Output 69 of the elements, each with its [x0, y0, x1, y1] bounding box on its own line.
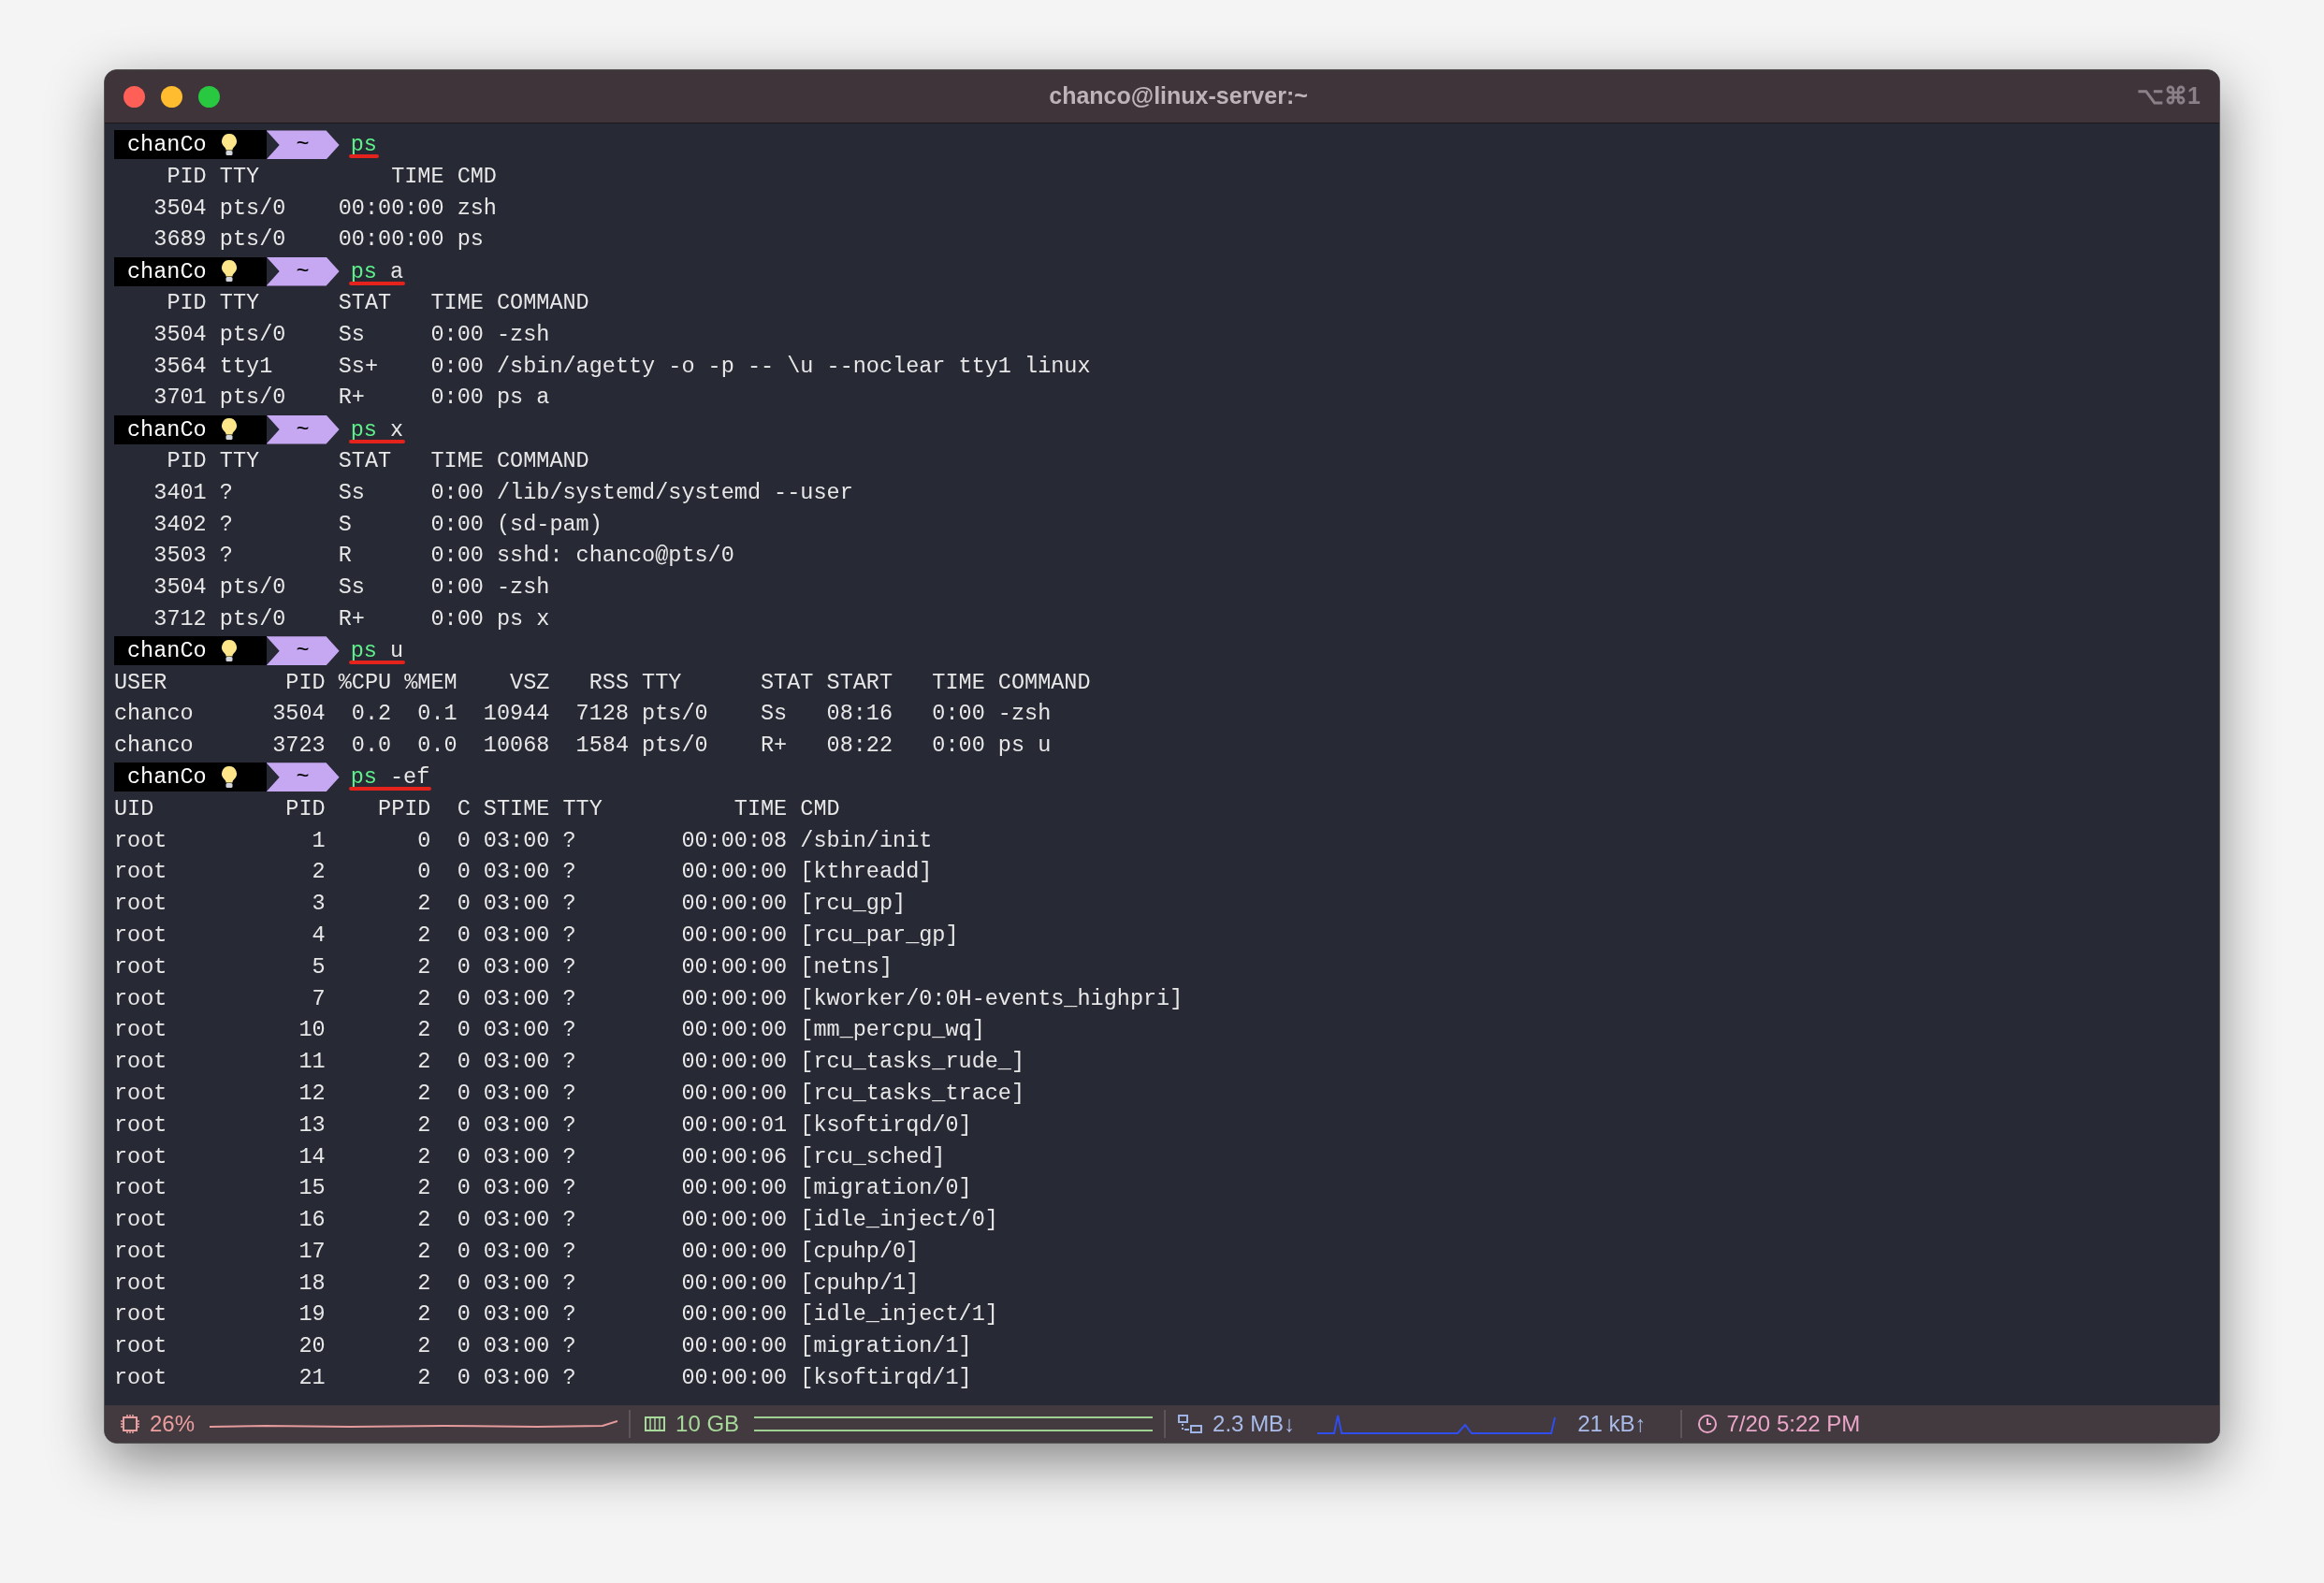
- output-line: root 13 2 0 03:00 ? 00:00:01 [ksoftirqd/0]: [114, 1111, 972, 1140]
- output-line: root 15 2 0 03:00 ? 00:00:00 [migration/0]: [114, 1174, 972, 1203]
- output-line: USER PID %CPU %MEM VSZ RSS TTY STAT START TIME COMMAND: [114, 668, 1091, 697]
- upload-rate: 21 kB↑: [1577, 1410, 1647, 1438]
- output-line: root 19 2 0 03:00 ? 00:00:00 [idle_inject/1]: [114, 1300, 998, 1329]
- prompt-user: chanCo: [127, 763, 207, 792]
- maximize-button[interactable]: [198, 85, 220, 108]
- clock-icon: [1696, 1414, 1718, 1434]
- minimize-button[interactable]: [161, 85, 182, 108]
- command-text: ps a: [350, 257, 404, 286]
- command-text: ps: [350, 131, 377, 160]
- cpu-icon: [120, 1414, 140, 1434]
- output-line: root 18 2 0 03:00 ? 00:00:00 [cpuhp/1]: [114, 1269, 920, 1298]
- output-line: root 2 0 0 03:00 ? 00:00:00 [kthreadd]: [114, 858, 933, 887]
- window-title: chanco@linux-server:~: [1049, 81, 1308, 111]
- lightbulb-icon: [219, 417, 239, 443]
- output-line: root 12 2 0 03:00 ? 00:00:00 [rcu_tasks_trace]: [114, 1079, 1025, 1108]
- output-line: 3689 pts/0 00:00:00 ps: [153, 225, 484, 254]
- command-text: ps x: [350, 415, 404, 444]
- output-line: root 5 2 0 03:00 ? 00:00:00 [netns]: [114, 952, 893, 981]
- output-line: root 1 0 0 03:00 ? 00:00:08 /sbin/init: [114, 826, 933, 855]
- clock-time: 7/20 5:22 PM: [1726, 1410, 1861, 1438]
- prompt-directory: ~: [266, 762, 340, 792]
- output-line: PID TTY TIME CMD: [166, 162, 497, 191]
- output-line: PID TTY STAT TIME COMMAND: [166, 289, 589, 317]
- output-line: chanco 3504 0.2 0.1 10944 7128 pts/0 Ss 08:16 0:00 -zsh: [114, 700, 1052, 729]
- output-line: 3504 pts/0 Ss 0:00 -zsh: [153, 574, 550, 603]
- output-line: 3401 ? Ss 0:00 /lib/systemd/systemd --user: [153, 478, 853, 507]
- prompt-user: chanCo: [127, 131, 207, 160]
- lightbulb-icon: [219, 259, 239, 284]
- cpu-usage: 26%: [150, 1410, 196, 1438]
- network-icon: [1177, 1414, 1204, 1434]
- output-line: root 3 2 0 03:00 ? 00:00:00 [rcu_gp]: [114, 890, 907, 919]
- output-line: root 4 2 0 03:00 ? 00:00:00 [rcu_par_gp]: [114, 921, 959, 950]
- output-line: root 10 2 0 03:00 ? 00:00:00 [mm_percpu_wq]: [114, 1016, 985, 1045]
- output-line: 3402 ? S 0:00 (sd-pam): [153, 510, 603, 539]
- prompt-directory: ~: [266, 636, 340, 666]
- output-line: 3564 tty1 Ss+ 0:00 /sbin/agetty -o -p -- \u --noclear tty1 linux: [153, 352, 1091, 381]
- output-line: root 14 2 0 03:00 ? 00:00:06 [rcu_sched]: [114, 1142, 946, 1171]
- output-line: root 20 2 0 03:00 ? 00:00:00 [migration/1]: [114, 1332, 972, 1361]
- memory-usage: 10 GB: [675, 1410, 740, 1438]
- output-line: root 21 2 0 03:00 ? 00:00:00 [ksoftirqd/1]: [114, 1364, 972, 1393]
- lightbulb-icon: [219, 638, 239, 663]
- output-line: 3701 pts/0 R+ 0:00 ps a: [153, 384, 550, 413]
- output-line: root 7 2 0 03:00 ? 00:00:00 [kworker/0:0H-events_highpri]: [114, 984, 1184, 1013]
- prompt-directory: ~: [266, 130, 340, 160]
- output-line: root 11 2 0 03:00 ? 00:00:00 [rcu_tasks_rude_]: [114, 1048, 1025, 1077]
- lightbulb-icon: [219, 132, 239, 157]
- output-line: chanco 3723 0.0 0.0 10068 1584 pts/0 R+ 08:22 0:00 ps u: [114, 732, 1052, 761]
- download-rate: 2.3 MB↓: [1213, 1410, 1296, 1438]
- command-text: ps u: [350, 637, 404, 666]
- output-line: UID PID PPID C STIME TTY TIME CMD: [114, 794, 840, 823]
- output-line: root 16 2 0 03:00 ? 00:00:00 [idle_inject/0]: [114, 1206, 998, 1235]
- prompt-user: chanCo: [127, 415, 207, 444]
- output-line: 3712 pts/0 R+ 0:00 ps x: [153, 604, 550, 633]
- prompt-user: chanCo: [127, 637, 207, 666]
- output-line: PID TTY STAT TIME COMMAND: [166, 446, 589, 475]
- output-line: 3504 pts/0 Ss 0:00 -zsh: [153, 320, 550, 349]
- prompt-user: chanCo: [127, 257, 207, 286]
- prompt-directory: ~: [266, 256, 340, 286]
- shortcut-label: ⌥⌘1: [2137, 81, 2201, 111]
- lightbulb-icon: [219, 764, 239, 790]
- output-line: 3503 ? R 0:00 sshd: chanco@pts/0: [153, 542, 734, 571]
- command-text: ps -ef: [350, 763, 430, 792]
- output-line: root 17 2 0 03:00 ? 00:00:00 [cpuhp/0]: [114, 1237, 920, 1266]
- output-line: 3504 pts/0 00:00:00 zsh: [153, 194, 497, 223]
- prompt-directory: ~: [266, 414, 340, 444]
- close-button[interactable]: [123, 85, 145, 108]
- memory-icon: [644, 1415, 667, 1433]
